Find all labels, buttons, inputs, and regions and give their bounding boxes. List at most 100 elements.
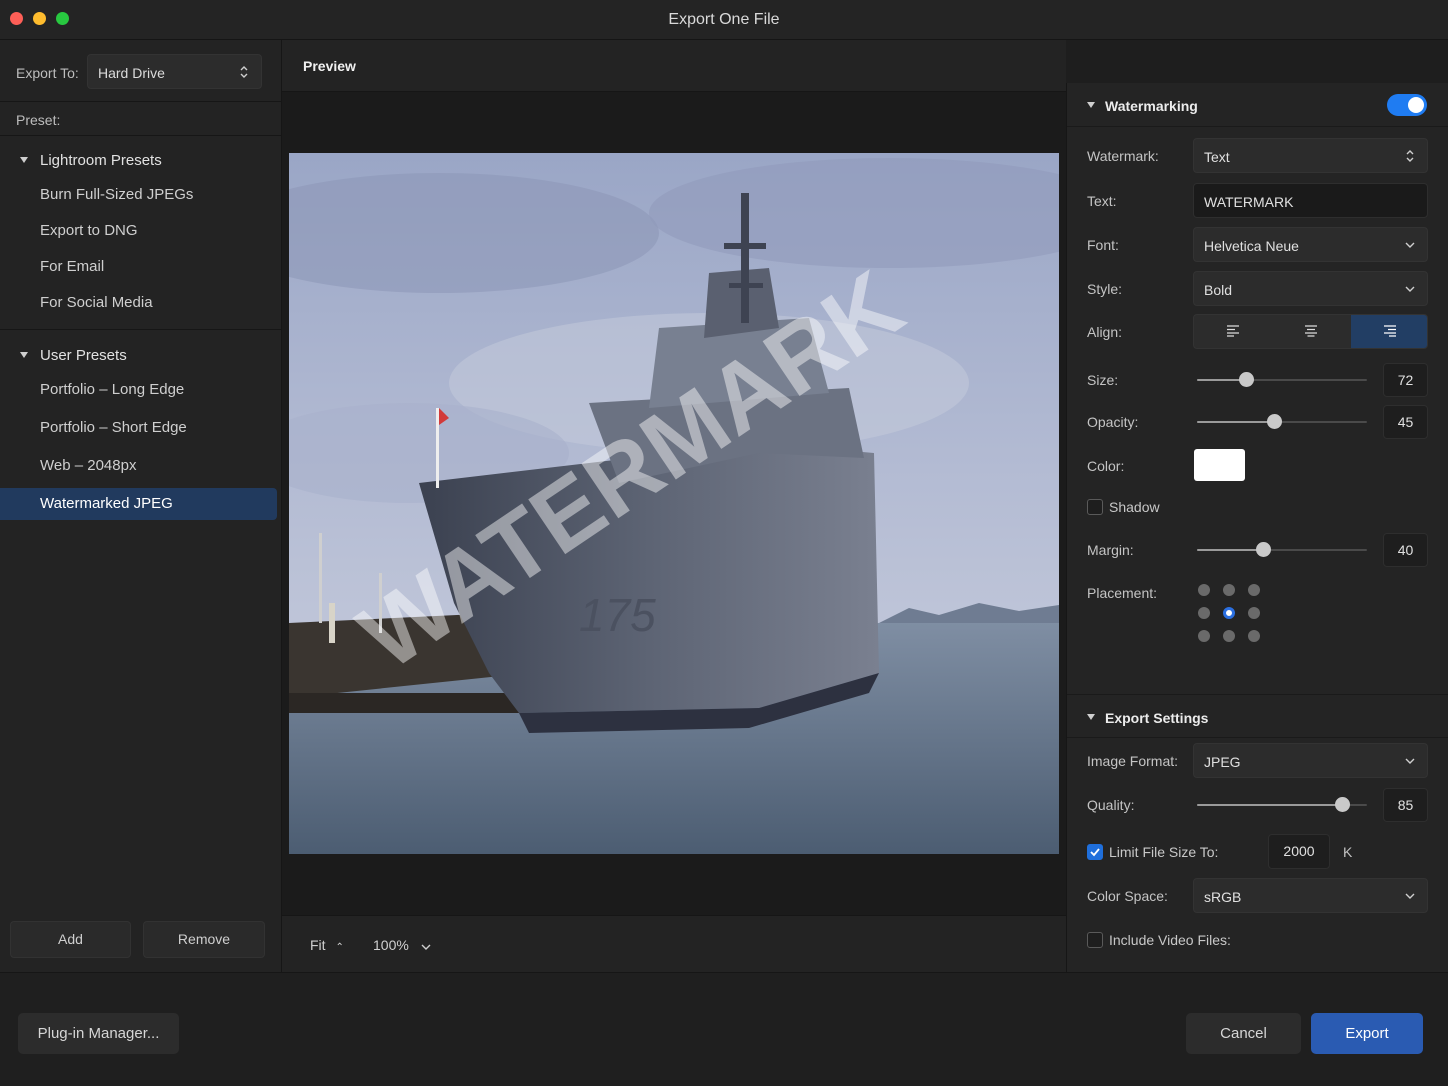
preset-item-label: Web – 2048px (40, 457, 137, 474)
preset-item[interactable]: Portfolio – Long Edge (0, 374, 277, 406)
watermark-type-label: Watermark: (1087, 148, 1159, 164)
color-space-select[interactable]: sRGB (1193, 878, 1428, 913)
placement-bottom-center[interactable] (1223, 630, 1235, 642)
image-format-value: JPEG (1204, 754, 1241, 770)
slider-knob[interactable] (1334, 797, 1350, 812)
preset-label-row: Preset: (0, 102, 281, 136)
group-divider (0, 329, 281, 330)
size-value-field[interactable]: 72 (1383, 363, 1428, 397)
size-label: Size: (1087, 372, 1119, 388)
include-video-checkbox[interactable] (1087, 932, 1103, 948)
quality-value-field[interactable]: 85 (1383, 788, 1428, 822)
limit-file-size-label: Limit File Size To: (1109, 844, 1219, 860)
preset-sidebar: Export To: Hard Drive Preset: Lightroom … (0, 40, 282, 972)
align-right-button[interactable] (1351, 315, 1427, 348)
image-format-label: Image Format: (1087, 753, 1179, 769)
preview-title: Preview (303, 58, 356, 74)
window-title: Export One File (668, 11, 780, 28)
group-title: User Presets (40, 347, 127, 364)
cancel-button[interactable]: Cancel (1186, 1013, 1301, 1054)
preset-item[interactable]: Export to DNG (0, 215, 277, 247)
quality-slider[interactable] (1197, 797, 1367, 812)
preset-item[interactable]: For Email (0, 251, 277, 283)
preset-item[interactable]: For Social Media (0, 287, 277, 319)
group-lightroom-presets[interactable]: Lightroom Presets (0, 146, 281, 174)
chevron-down-icon (1405, 893, 1415, 899)
opacity-slider[interactable] (1197, 414, 1367, 429)
color-space-label: Color Space: (1087, 888, 1168, 904)
preview-footer: Fit ⌃ 100% (282, 915, 1066, 972)
disclosure-triangle-icon (1087, 714, 1095, 720)
add-preset-button[interactable]: Add (10, 921, 131, 958)
limit-file-size-checkbox[interactable] (1087, 844, 1103, 860)
remove-preset-button[interactable]: Remove (143, 921, 265, 958)
shadow-checkbox[interactable] (1087, 499, 1103, 515)
preset-item-selected[interactable]: Watermarked JPEG (0, 488, 277, 520)
zoom-level-select[interactable]: 100% (373, 937, 431, 953)
preset-item-label: Watermarked JPEG (40, 495, 173, 512)
align-right-icon (1384, 325, 1396, 337)
image-format-select[interactable]: JPEG (1193, 743, 1428, 778)
watermark-text-input[interactable]: WATERMARK (1193, 183, 1428, 218)
preset-item[interactable]: Burn Full-Sized JPEGs (0, 179, 277, 211)
size-slider[interactable] (1197, 372, 1367, 387)
slider-fill (1197, 804, 1342, 806)
align-segmented-control (1193, 314, 1428, 349)
preset-item[interactable]: Portfolio – Short Edge (0, 412, 277, 444)
group-title: Lightroom Presets (40, 152, 162, 169)
placement-top-left[interactable] (1198, 584, 1210, 596)
style-select[interactable]: Bold (1193, 271, 1428, 306)
margin-value-field[interactable]: 40 (1383, 533, 1428, 567)
watermarking-section-header[interactable]: Watermarking (1067, 83, 1448, 127)
updown-chevron-icon (240, 66, 248, 78)
opacity-label: Opacity: (1087, 414, 1139, 430)
title-bar: Export One File (0, 0, 1448, 40)
margin-slider[interactable] (1197, 542, 1367, 557)
watermark-color-swatch[interactable] (1194, 449, 1245, 481)
preset-item[interactable]: Web – 2048px (0, 450, 277, 482)
watermark-text-value: WATERMARK (1204, 194, 1294, 210)
export-button[interactable]: Export (1311, 1013, 1423, 1054)
color-space-value: sRGB (1204, 889, 1242, 905)
limit-file-size-input[interactable]: 2000 (1268, 834, 1330, 869)
placement-center-selected[interactable] (1223, 607, 1235, 619)
watermark-text-label: Text: (1087, 193, 1117, 209)
font-value: Helvetica Neue (1204, 238, 1299, 254)
disclosure-triangle-icon (1087, 102, 1095, 108)
preset-item-label: For Social Media (40, 294, 153, 311)
placement-bottom-right[interactable] (1248, 630, 1260, 642)
placement-middle-left[interactable] (1198, 607, 1210, 619)
hull-number: 175 (579, 589, 656, 641)
export-settings-section-header[interactable]: Export Settings (1067, 694, 1448, 738)
plugin-manager-button[interactable]: Plug-in Manager... (18, 1013, 179, 1054)
watermarking-toggle[interactable] (1387, 94, 1427, 116)
preview-photo[interactable]: 175 WATERMARK (289, 153, 1059, 854)
slider-knob[interactable] (1266, 414, 1282, 429)
slider-knob[interactable] (1256, 542, 1272, 557)
preset-label: Preset: (16, 112, 61, 128)
align-left-button[interactable] (1194, 315, 1272, 348)
section-title: Export Settings (1105, 710, 1209, 726)
disclosure-triangle-icon (20, 157, 28, 163)
opacity-value-field[interactable]: 45 (1383, 405, 1428, 439)
group-user-presets[interactable]: User Presets (0, 341, 281, 369)
chevron-down-icon (421, 944, 431, 950)
align-center-button[interactable] (1272, 315, 1350, 348)
placement-bottom-left[interactable] (1198, 630, 1210, 642)
checkmark-icon (1090, 848, 1100, 857)
font-select[interactable]: Helvetica Neue (1193, 227, 1428, 262)
slider-knob[interactable] (1239, 372, 1255, 387)
placement-top-right[interactable] (1248, 584, 1260, 596)
placement-label: Placement: (1087, 585, 1158, 601)
placement-top-center[interactable] (1223, 584, 1235, 596)
disclosure-triangle-icon (20, 352, 28, 358)
preset-item-label: For Email (40, 258, 105, 275)
chevron-down-icon (1405, 242, 1415, 248)
watermark-type-select[interactable]: Text (1193, 138, 1428, 173)
zoom-label: 100% (373, 937, 409, 953)
fit-zoom-select[interactable]: Fit ⌃ (310, 937, 344, 953)
placement-middle-right[interactable] (1248, 607, 1260, 619)
export-to-select[interactable]: Hard Drive (87, 54, 262, 89)
preset-item-label: Export to DNG (40, 222, 138, 239)
settings-panel: Watermarking Watermark: Text Text: WATER… (1066, 83, 1448, 972)
